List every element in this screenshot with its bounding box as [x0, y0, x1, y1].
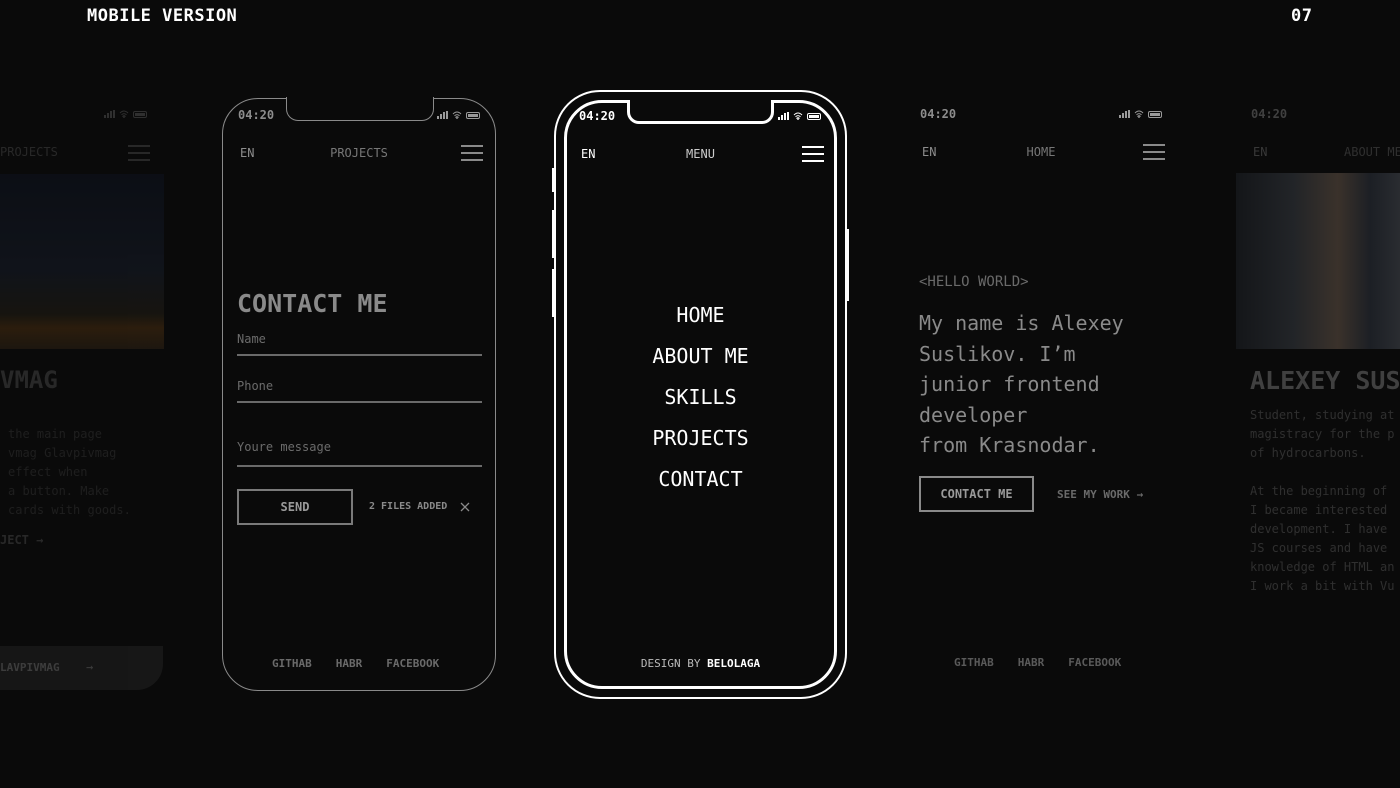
see-my-work-link[interactable]: SEE MY WORK → [1057, 488, 1143, 501]
battery-icon [1148, 110, 1162, 118]
nav-title: PROJECTS [330, 146, 388, 160]
contact-me-button[interactable]: CONTACT ME [919, 476, 1034, 512]
signal-icon [1119, 110, 1130, 118]
nav-title: ABOUT ME [1344, 145, 1400, 159]
menu-icon[interactable] [1143, 144, 1165, 160]
message-field[interactable]: Youre message [237, 440, 482, 467]
menu-icon[interactable] [461, 145, 483, 161]
wifi-icon [1134, 110, 1144, 118]
menu-item-projects[interactable]: PROJECTS [556, 426, 845, 450]
close-icon[interactable] [460, 502, 470, 512]
project-bottom-bar[interactable]: LAVPIVMAG → [0, 646, 163, 690]
social-links: GITHAB HABR FACEBOOK [272, 657, 439, 670]
page-number: 07 [1291, 6, 1313, 26]
wifi-icon [452, 111, 462, 119]
about-phone-preview: 04:20 EN ABOUT ME ALEXEY SUS Student, st… [1236, 98, 1400, 691]
social-links: GITHAB HABR FACEBOOK [954, 656, 1121, 669]
contact-phone: 04:20 EN PROJECTS CONTACT ME Name Phone … [222, 97, 496, 691]
phone-notch [286, 97, 434, 121]
files-added-label: 2 FILES ADDED [369, 501, 448, 512]
mute-switch [552, 168, 555, 192]
section-title: MOBILE VERSION [87, 6, 238, 26]
bio-paragraph-2: At the beginning of I became interested … [1250, 484, 1395, 593]
message-placeholder: Youre message [237, 440, 331, 454]
signal-icon [437, 111, 448, 119]
status-time: 04:20 [579, 109, 616, 123]
project-image [0, 174, 164, 349]
status-icons [437, 111, 480, 119]
menu-item-about[interactable]: ABOUT ME [556, 344, 845, 368]
battery-icon [807, 112, 821, 120]
volume-up-button [552, 210, 555, 258]
bio-paragraph-1: Student, studying at magistracy for the … [1250, 408, 1395, 460]
language-switch[interactable]: EN [1253, 145, 1267, 159]
menu-icon[interactable] [802, 146, 824, 162]
status-time: 04:20 [238, 108, 275, 122]
facebook-link[interactable]: FACEBOOK [1068, 656, 1121, 669]
profile-photo [1236, 173, 1400, 349]
wifi-icon [793, 112, 803, 120]
project-link[interactable]: JECT → [0, 533, 43, 547]
nav-title: PROJECTS [0, 145, 58, 159]
habr-link[interactable]: HABR [336, 657, 363, 670]
menu-phone: 04:20 EN MENU HOME ABOUT ME SKILLS PROJE… [552, 90, 849, 699]
menu-item-contact[interactable]: CONTACT [556, 467, 845, 491]
facebook-link[interactable]: FACEBOOK [386, 657, 439, 670]
wifi-icon [119, 110, 129, 118]
phone-field[interactable]: Phone [237, 379, 482, 403]
signal-icon [778, 112, 789, 120]
status-icons [104, 110, 147, 118]
status-time: 04:20 [920, 107, 957, 121]
volume-down-button [552, 269, 555, 317]
project-description: the main page vmag Glavpivmag effect whe… [8, 427, 131, 517]
habr-link[interactable]: HABR [1018, 656, 1045, 669]
contact-heading: CONTACT ME [237, 289, 388, 318]
battery-icon [466, 111, 480, 119]
status-time: 04:20 [1251, 107, 1288, 121]
power-button [846, 229, 849, 301]
home-phone: 04:20 EN HOME <HELLO WORLD> My name is A… [905, 98, 1180, 691]
name-field[interactable]: Name [237, 332, 482, 356]
github-link[interactable]: GITHAB [954, 656, 994, 669]
projects-phone-preview: PROJECTS VMAG the main page vmag Glavpiv… [0, 90, 164, 710]
intro-text: My name is Alexey Suslikov. I’m junior f… [919, 311, 1124, 457]
credit-name[interactable]: BELOLAGA [707, 657, 760, 670]
bottom-bar-text: LAVPIVMAG [0, 661, 60, 674]
name-heading: ALEXEY SUS [1250, 366, 1400, 395]
github-link[interactable]: GITHAB [272, 657, 312, 670]
phone-placeholder: Phone [237, 379, 274, 393]
status-icons [1119, 110, 1162, 118]
arrow-right-icon: → [86, 660, 94, 674]
design-credit: DESIGN BY BELOLAGA [556, 657, 845, 670]
signal-icon [104, 110, 115, 118]
send-button[interactable]: SEND [237, 489, 353, 525]
credit-prefix: DESIGN BY [640, 657, 701, 670]
menu-item-home[interactable]: HOME [556, 303, 845, 327]
phone-notch [627, 100, 774, 124]
project-title: VMAG [0, 366, 58, 394]
status-icons [778, 112, 821, 120]
hello-tag: <HELLO WORLD> [919, 274, 1029, 290]
battery-icon [133, 110, 147, 118]
menu-icon[interactable] [128, 145, 150, 161]
menu-item-skills[interactable]: SKILLS [556, 385, 845, 409]
nav-title: HOME [1026, 145, 1056, 159]
name-placeholder: Name [237, 332, 266, 346]
